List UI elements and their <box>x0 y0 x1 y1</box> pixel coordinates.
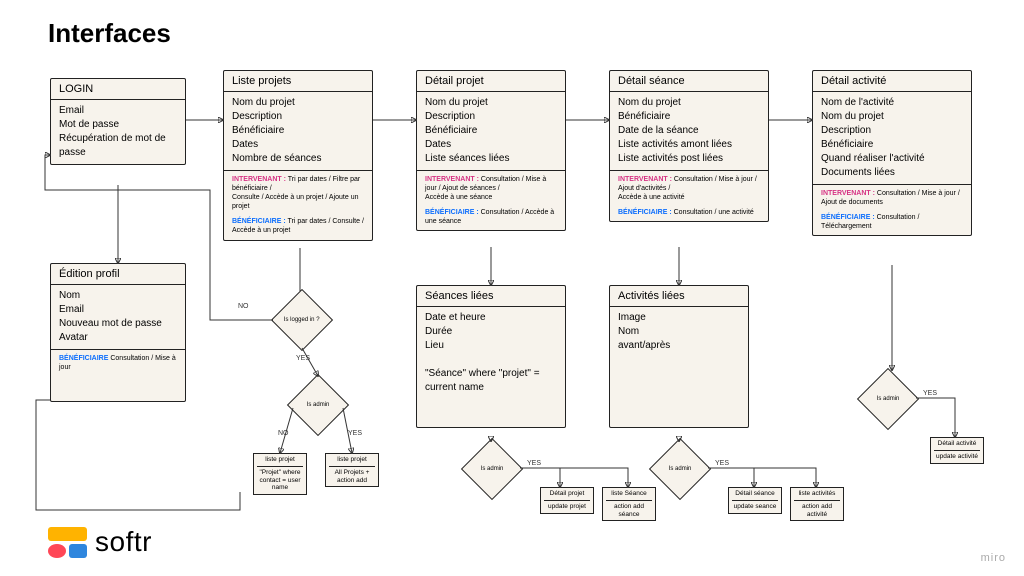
sb-la-title: liste activités <box>794 490 840 501</box>
detail-seance-ben-note: Consultation / une activité <box>674 209 754 216</box>
card-detail-seance-body: Nom du projet Bénéficiaire Date de la sé… <box>610 92 768 171</box>
sb-dp-body: update projet <box>544 503 590 511</box>
role-beneficiaire-label: BÉNÉFICIAIRE : <box>425 209 479 216</box>
sb-da-body: update activité <box>934 453 980 461</box>
role-intervenant-label: INTERVENANT : <box>425 176 479 183</box>
smallbox-detail-projet: Détail projet update projet <box>540 487 594 514</box>
card-activites-liees-header: Activités liées <box>610 286 748 307</box>
role-beneficiaire-label: BÉNÉFICIAIRE : <box>232 218 286 225</box>
smallbox-detail-activite: Détail activité update activité <box>930 437 984 464</box>
edge-yes-3: YES <box>527 460 541 467</box>
decision-is-admin-2: Is admin <box>461 438 523 500</box>
card-liste-projets: Liste projets Nom du projet Description … <box>223 70 373 241</box>
card-detail-projet-header: Détail projet <box>417 71 565 92</box>
role-intervenant-label: INTERVENANT : <box>232 176 286 183</box>
card-detail-activite-body: Nom de l'activité Nom du projet Descript… <box>813 92 971 185</box>
sb-ls-title: liste Séance <box>606 490 652 501</box>
card-detail-seance-header: Détail séance <box>610 71 768 92</box>
card-detail-activite-notes: INTERVENANT : Consultation / Mise à jour… <box>813 185 971 235</box>
decision-is-admin-1-label: Is admin <box>307 402 330 409</box>
sb-la-body: action add activité <box>794 503 840 519</box>
card-detail-activite: Détail activité Nom de l'activité Nom du… <box>812 70 972 236</box>
decision-is-admin-2-label: Is admin <box>481 466 504 473</box>
card-liste-projets-body: Nom du projet Description Bénéficiaire D… <box>224 92 372 171</box>
card-login-body: Email Mot de passe Récupération de mot d… <box>51 100 185 164</box>
card-login: LOGIN Email Mot de passe Récupération de… <box>50 78 186 165</box>
decision-is-admin-4: Is admin <box>857 368 919 430</box>
role-intervenant-label: INTERVENANT : <box>821 190 875 197</box>
smallbox-detail-seance: Détail séance update seance <box>728 487 782 514</box>
role-intervenant-label: INTERVENANT : <box>618 176 672 183</box>
card-seances-liees: Séances liées Date et heure Durée Lieu "… <box>416 285 566 428</box>
edge-yes-5: YES <box>923 390 937 397</box>
card-detail-projet-body: Nom du projet Description Bénéficiaire D… <box>417 92 565 171</box>
sb-lp-all-body: All Projets + action add <box>329 469 375 485</box>
sb-ds-title: Détail séance <box>732 490 778 501</box>
decision-is-admin-3: Is admin <box>649 438 711 500</box>
card-seances-liees-body: Date et heure Durée Lieu "Séance" where … <box>417 307 565 427</box>
miro-watermark: miro <box>981 552 1006 564</box>
edge-yes-2: YES <box>348 430 362 437</box>
card-detail-activite-header: Détail activité <box>813 71 971 92</box>
card-profil-header: Édition profil <box>51 264 185 285</box>
card-seances-liees-header: Séances liées <box>417 286 565 307</box>
smallbox-liste-seance: liste Séance action add séance <box>602 487 656 521</box>
edge-no-2: NO <box>278 430 289 437</box>
decision-is-admin-1: Is admin <box>287 374 349 436</box>
sb-dp-title: Détail projet <box>544 490 590 501</box>
sb-da-title: Détail activité <box>934 440 980 451</box>
smallbox-liste-projet-all: liste projet All Projets + action add <box>325 453 379 487</box>
softr-logo: softr <box>48 526 152 558</box>
role-beneficiaire-label: BÉNÉFICIAIRE <box>59 355 108 362</box>
sb-ls-body: action add séance <box>606 503 652 519</box>
sb-lp-all-title: liste projet <box>329 456 375 467</box>
card-detail-seance-notes: INTERVENANT : Consultation / Mise à jour… <box>610 171 768 221</box>
card-detail-projet-notes: INTERVENANT : Consultation / Mise à jour… <box>417 171 565 230</box>
smallbox-liste-activites: liste activités action add activité <box>790 487 844 521</box>
card-profil-notes: BÉNÉFICIAIRE Consultation / Mise à jour <box>51 350 185 401</box>
decision-is-admin-3-label: Is admin <box>669 466 692 473</box>
card-profil-body: Nom Email Nouveau mot de passe Avatar <box>51 285 185 350</box>
sb-ds-body: update seance <box>732 503 778 511</box>
edge-no-1: NO <box>238 303 249 310</box>
role-beneficiaire-label: BÉNÉFICIAIRE : <box>618 209 672 216</box>
edge-yes-4: YES <box>715 460 729 467</box>
decision-is-logged: Is logged in ? <box>271 289 333 351</box>
sb-lp-user-title: liste projet <box>257 456 303 467</box>
sb-lp-user-body: "Projet" where contact = user name <box>257 469 303 492</box>
card-liste-projets-notes: INTERVENANT : Tri par dates / Filtre par… <box>224 171 372 240</box>
card-activites-liees-body: Image Nom avant/après <box>610 307 748 427</box>
smallbox-liste-projet-user: liste projet "Projet" where contact = us… <box>253 453 307 495</box>
edge-yes-1: YES <box>296 355 310 362</box>
role-beneficiaire-label: BÉNÉFICIAIRE : <box>821 214 875 221</box>
softr-logo-mark <box>48 527 87 558</box>
decision-is-admin-4-label: Is admin <box>877 396 900 403</box>
card-activites-liees: Activités liées Image Nom avant/après <box>609 285 749 428</box>
card-detail-projet: Détail projet Nom du projet Description … <box>416 70 566 231</box>
softr-logo-text: softr <box>95 526 152 558</box>
decision-is-logged-label: Is logged in ? <box>284 317 320 324</box>
card-detail-seance: Détail séance Nom du projet Bénéficiaire… <box>609 70 769 222</box>
card-liste-projets-header: Liste projets <box>224 71 372 92</box>
page-title: Interfaces <box>48 18 171 49</box>
card-login-header: LOGIN <box>51 79 185 100</box>
card-profil: Édition profil Nom Email Nouveau mot de … <box>50 263 186 402</box>
